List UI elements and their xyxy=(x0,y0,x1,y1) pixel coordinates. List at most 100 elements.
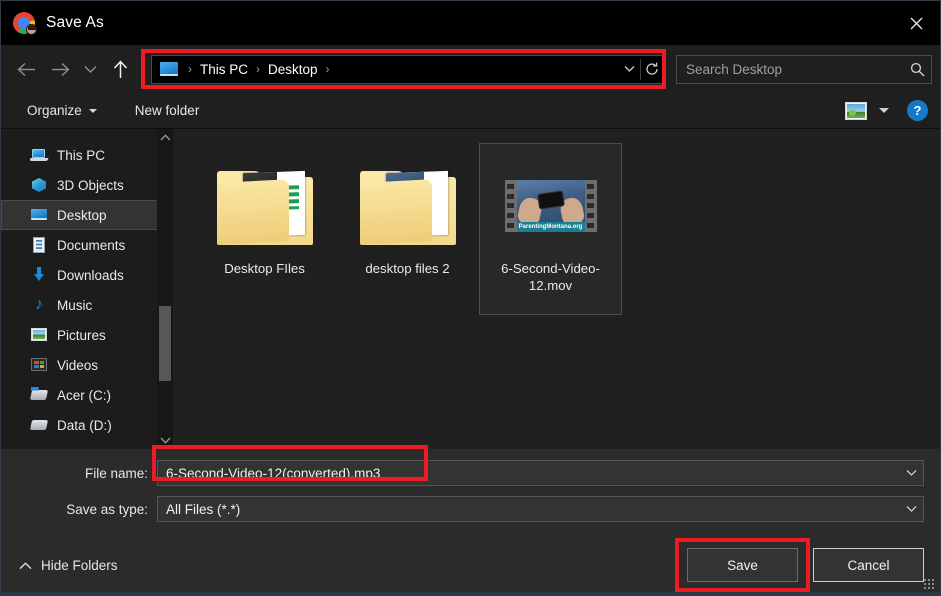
breadcrumb-desktop[interactable]: Desktop xyxy=(266,62,320,77)
save-button[interactable]: Save xyxy=(687,548,798,582)
sidebar-item-label: Videos xyxy=(57,357,99,373)
save-as-dialog: Save As › This PC › Desktop › Search Des… xyxy=(0,0,941,596)
organize-button[interactable]: Organize xyxy=(21,99,103,122)
up-button[interactable] xyxy=(103,52,137,86)
sidebar-item-acer-c[interactable]: Acer (C:) xyxy=(1,380,173,410)
view-options-chevron-down-icon[interactable] xyxy=(879,108,889,113)
breadcrumb-separator: › xyxy=(188,62,192,76)
scrollbar-thumb[interactable] xyxy=(159,306,171,381)
forward-button[interactable] xyxy=(43,52,77,86)
drive-icon xyxy=(29,416,49,434)
sidebar-item-videos[interactable]: Videos xyxy=(1,350,173,380)
filename-label: File name: xyxy=(84,465,148,481)
savetype-row: Save as type: All Files (*.*) xyxy=(17,495,924,523)
sidebar-item-label: Documents xyxy=(57,237,126,253)
chevron-down-icon xyxy=(88,108,97,113)
scrollbar-track[interactable] xyxy=(157,146,173,432)
resize-grip[interactable] xyxy=(923,578,935,590)
sidebar-item-3d-objects[interactable]: 3D Objects xyxy=(1,170,173,200)
pictures-icon xyxy=(30,326,48,344)
command-bar: Organize New folder ? xyxy=(1,93,940,129)
sidebar-scrollbar[interactable] xyxy=(157,129,173,449)
desktop-icon xyxy=(30,206,48,224)
sidebar-item-desktop[interactable]: Desktop xyxy=(1,200,173,230)
file-item-video[interactable]: ParentingMontana.org 6-Second-Video-12.m… xyxy=(479,143,622,315)
avatar xyxy=(26,24,37,35)
dialog-footer: Hide Folders Save Cancel xyxy=(1,535,940,595)
chevron-up-icon xyxy=(19,558,32,573)
drive-icon xyxy=(29,386,49,404)
back-button[interactable] xyxy=(9,52,43,86)
3d-objects-icon xyxy=(30,176,48,194)
hide-folders-label: Hide Folders xyxy=(41,557,118,573)
navigation-pane: This PC 3D Objects Desktop Documents Dow… xyxy=(1,129,173,449)
sidebar-item-downloads[interactable]: Downloads xyxy=(1,260,173,290)
file-item-folder[interactable]: a ngMontana.o desktop files 2 xyxy=(336,143,479,315)
dialog-body: This PC 3D Objects Desktop Documents Dow… xyxy=(1,129,940,449)
filename-input[interactable]: 6-Second-Video-12(converted).mp3 xyxy=(157,460,924,486)
page-title: Save As xyxy=(46,14,104,31)
search-input[interactable]: Search Desktop xyxy=(676,54,932,84)
help-button[interactable]: ? xyxy=(907,100,928,121)
dialog-buttons: Save Cancel xyxy=(675,538,924,592)
desktop-icon xyxy=(160,62,178,76)
address-bar-wrapper: › This PC › Desktop › xyxy=(141,45,666,93)
address-bar[interactable]: › This PC › Desktop › xyxy=(151,54,666,84)
command-bar-right: ? xyxy=(845,100,928,121)
sidebar-item-label: Desktop xyxy=(57,207,107,223)
recent-locations-chevron-down-icon[interactable] xyxy=(77,52,103,86)
savetype-value: All Files (*.*) xyxy=(166,501,241,517)
refresh-icon[interactable] xyxy=(641,56,663,83)
filename-value[interactable]: 6-Second-Video-12(converted).mp3 xyxy=(158,466,899,481)
file-item-label: Desktop FIles xyxy=(224,261,305,276)
chevron-down-icon[interactable] xyxy=(899,497,923,521)
chrome-logo-icon xyxy=(13,12,37,35)
file-item-folder[interactable]: Desktop FIles xyxy=(193,143,336,315)
sidebar-item-label: 3D Objects xyxy=(57,177,124,193)
film-perforations-left xyxy=(504,180,517,232)
scroll-up-icon[interactable] xyxy=(160,129,171,146)
file-list[interactable]: Desktop FIles a ngMontana.o d xyxy=(173,129,940,449)
folder-icon xyxy=(213,158,317,254)
sidebar-item-this-pc[interactable]: This PC xyxy=(1,140,173,170)
scroll-down-icon[interactable] xyxy=(160,432,171,449)
address-history-chevron-down-icon[interactable] xyxy=(618,56,640,83)
title-bar: Save As xyxy=(1,1,940,45)
breadcrumb-separator: › xyxy=(256,62,261,76)
sidebar-item-label: This PC xyxy=(57,147,106,163)
file-item-label: 6-Second-Video-12.mov xyxy=(501,261,600,293)
folder-icon: a ngMontana.o xyxy=(356,158,460,254)
sidebar-item-data-d[interactable]: Data (D:) xyxy=(1,410,173,440)
music-icon: ♪ xyxy=(35,296,43,313)
sidebar-item-label: Data (D:) xyxy=(57,417,112,433)
cancel-button[interactable]: Cancel xyxy=(813,548,924,582)
thumb-caption: ParentingMontana.org xyxy=(516,222,585,232)
save-form: File name: 6-Second-Video-12(converted).… xyxy=(1,445,940,535)
new-folder-button[interactable]: New folder xyxy=(129,99,206,122)
videos-icon xyxy=(30,356,48,374)
film-perforations-right xyxy=(584,180,597,232)
navigation-bar: › This PC › Desktop › Search Desktop xyxy=(1,45,940,93)
sidebar-item-documents[interactable]: Documents xyxy=(1,230,173,260)
file-item-label: desktop files 2 xyxy=(365,261,450,276)
organize-label: Organize xyxy=(27,103,82,118)
breadcrumb-separator: › xyxy=(325,62,330,76)
hide-folders-button[interactable]: Hide Folders xyxy=(19,558,118,573)
sidebar-item-label: Pictures xyxy=(57,327,106,343)
search-placeholder: Search Desktop xyxy=(686,61,783,77)
breadcrumb-this-pc[interactable]: This PC xyxy=(198,62,250,77)
savetype-select[interactable]: All Files (*.*) xyxy=(157,496,924,522)
sidebar-item-label: Downloads xyxy=(57,267,124,283)
chevron-down-icon[interactable] xyxy=(899,461,923,485)
documents-icon xyxy=(30,236,48,254)
close-icon[interactable] xyxy=(893,1,940,45)
sidebar-item-music[interactable]: ♪ Music xyxy=(1,290,173,320)
status-line xyxy=(1,592,940,595)
sidebar-item-pictures[interactable]: Pictures xyxy=(1,320,173,350)
sidebar-item-label: Music xyxy=(57,297,93,313)
this-pc-icon xyxy=(29,146,49,164)
video-thumbnail-icon: ParentingMontana.org xyxy=(499,158,603,254)
savetype-label: Save as type: xyxy=(66,501,148,517)
picture-view-icon[interactable] xyxy=(845,101,867,120)
search-icon[interactable] xyxy=(910,62,925,77)
